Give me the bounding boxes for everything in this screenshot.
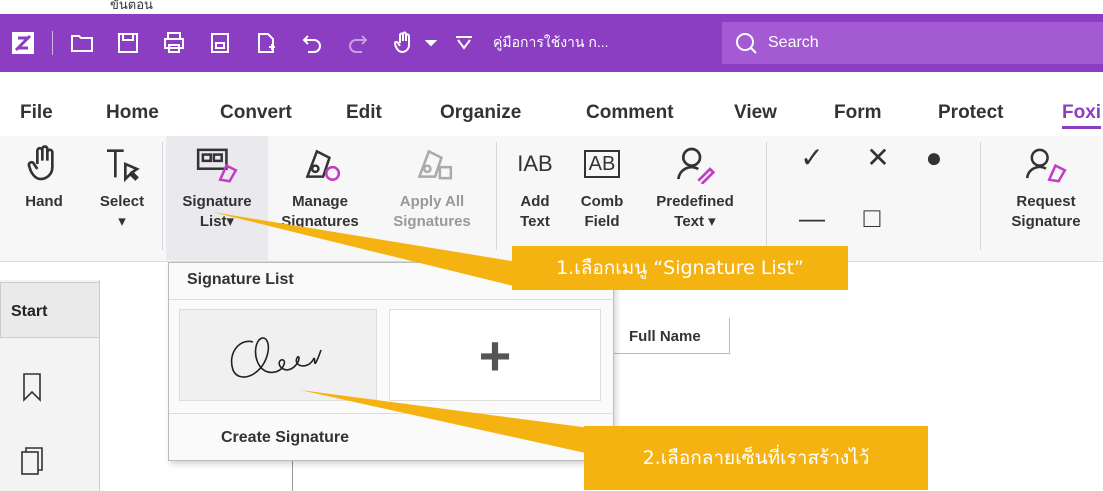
scan-icon[interactable] xyxy=(201,24,239,62)
add-text-label: Add xyxy=(520,193,550,210)
ribbon-separator xyxy=(162,142,163,250)
bookmark-icon[interactable] xyxy=(20,372,44,407)
divider xyxy=(169,413,615,414)
apply-label: Apply All xyxy=(399,193,465,210)
chevron-down-icon: ▾ xyxy=(118,213,126,230)
search-icon xyxy=(736,33,757,54)
add-text-label-2: Text xyxy=(520,213,550,230)
ribbon-separator xyxy=(980,142,981,250)
add-text-icon: I AB xyxy=(517,151,553,176)
menu-bar: File Home Convert Edit Organize Comment … xyxy=(0,92,1103,136)
ribbon-toolbar: Hand Select ▾ Signature List▾ Manage Sig… xyxy=(0,136,1103,262)
dropdown-title: Signature List xyxy=(187,271,294,288)
comb-label: Comb xyxy=(580,193,624,210)
manage-signature-icon xyxy=(305,149,341,181)
hand-button[interactable]: Hand xyxy=(4,136,84,212)
request-signature-icon xyxy=(1025,148,1067,183)
title-bar: คู่มือการใช้งาน ก... Search xyxy=(0,14,1103,72)
full-name-field[interactable]: Full Name xyxy=(612,318,730,354)
hand-label: Hand xyxy=(25,193,63,210)
search-input[interactable]: Search xyxy=(722,22,1103,64)
add-text-button[interactable]: I AB Add Text xyxy=(506,136,564,232)
divider xyxy=(169,299,615,300)
saved-signature[interactable] xyxy=(179,309,377,401)
add-signature-button[interactable]: + xyxy=(389,309,601,401)
predefined-label: Predefined xyxy=(656,193,734,210)
tab-protect[interactable]: Protect xyxy=(938,102,1003,124)
tab-start[interactable]: Start xyxy=(0,282,100,338)
predefined-label-2: Text ▾ xyxy=(674,213,716,230)
print-icon[interactable] xyxy=(155,24,193,62)
undo-icon[interactable] xyxy=(293,24,331,62)
text-select-icon xyxy=(107,149,140,183)
tab-comment[interactable]: Comment xyxy=(586,102,674,124)
line-button[interactable]: — xyxy=(792,205,832,231)
predefined-text-button[interactable]: Predefined Text ▾ xyxy=(640,136,750,232)
signature-list-label-2: List▾ xyxy=(199,213,235,230)
request-label-2: Signature xyxy=(1011,213,1081,230)
comb-field-icon: AB xyxy=(570,136,634,192)
apply-all-signatures-button[interactable]: Apply All Signatures xyxy=(372,136,492,232)
comb-field-button[interactable]: AB Comb Field xyxy=(570,136,634,232)
signature-list-label: Signature xyxy=(182,193,252,210)
tab-convert[interactable]: Convert xyxy=(220,102,292,124)
save-icon[interactable] xyxy=(109,24,147,62)
search-placeholder: Search xyxy=(768,34,819,51)
rectangle-button[interactable]: □ xyxy=(852,204,892,232)
toolbar-separator xyxy=(52,31,53,55)
app-logo-icon[interactable] xyxy=(4,24,42,62)
hand-icon xyxy=(27,145,54,181)
tab-fill-sign[interactable]: Foxi xyxy=(1062,102,1101,124)
checkmark-button[interactable]: ✓ xyxy=(792,144,832,172)
predefined-text-icon xyxy=(677,147,715,184)
open-folder-icon[interactable] xyxy=(63,24,101,62)
signature-image xyxy=(230,337,322,378)
apply-label-2: Signatures xyxy=(393,213,471,230)
signature-list-icon xyxy=(196,148,238,183)
add-text-icon-letters: AB xyxy=(523,151,553,176)
tab-edit[interactable]: Edit xyxy=(346,102,382,124)
callout-step-1: 1.เลือกเมนู “Signature List” xyxy=(512,246,848,290)
ribbon-separator xyxy=(496,142,497,250)
tab-file[interactable]: File xyxy=(20,102,53,124)
apply-signature-icon xyxy=(417,149,453,180)
document-name[interactable]: คู่มือการใช้งาน ก... xyxy=(493,32,609,54)
customize-icon[interactable] xyxy=(445,24,483,62)
new-doc-icon[interactable] xyxy=(247,24,285,62)
hand-tool-icon[interactable] xyxy=(385,24,423,62)
ribbon-separator xyxy=(766,142,767,250)
comb-label-2: Field xyxy=(584,213,620,230)
manage-label-2: Signatures xyxy=(281,213,359,230)
request-signature-button[interactable]: Request Signature xyxy=(996,136,1096,232)
manage-signatures-button[interactable]: Manage Signatures xyxy=(272,136,368,232)
select-label: Select xyxy=(99,193,145,210)
dot-button[interactable]: ● xyxy=(914,144,954,172)
tab-view[interactable]: View xyxy=(734,102,777,124)
create-signature-button[interactable]: Create Signature xyxy=(221,429,349,447)
tab-home[interactable]: Home xyxy=(106,102,159,124)
comb-field-icon-letters: AB xyxy=(583,150,621,178)
pages-icon[interactable] xyxy=(20,446,46,483)
manage-label: Manage xyxy=(292,193,348,210)
tab-form[interactable]: Form xyxy=(834,102,882,124)
signature-list-dropdown: Signature List + Create Signature xyxy=(168,262,615,461)
select-button[interactable]: Select ▾ xyxy=(84,136,160,232)
tab-organize[interactable]: Organize xyxy=(440,102,521,124)
signature-list-button[interactable]: Signature List▾ xyxy=(166,136,268,260)
request-label: Request xyxy=(1016,193,1076,210)
cross-mark-button[interactable]: ✕ xyxy=(858,144,898,172)
redo-icon xyxy=(339,24,377,62)
callout-step-2: 2.เลือกลายเซ็นที่เราสร้างไว้ xyxy=(584,426,928,490)
top-caption: ขั้นตอน xyxy=(110,0,153,12)
dropdown-icon[interactable] xyxy=(423,24,439,62)
